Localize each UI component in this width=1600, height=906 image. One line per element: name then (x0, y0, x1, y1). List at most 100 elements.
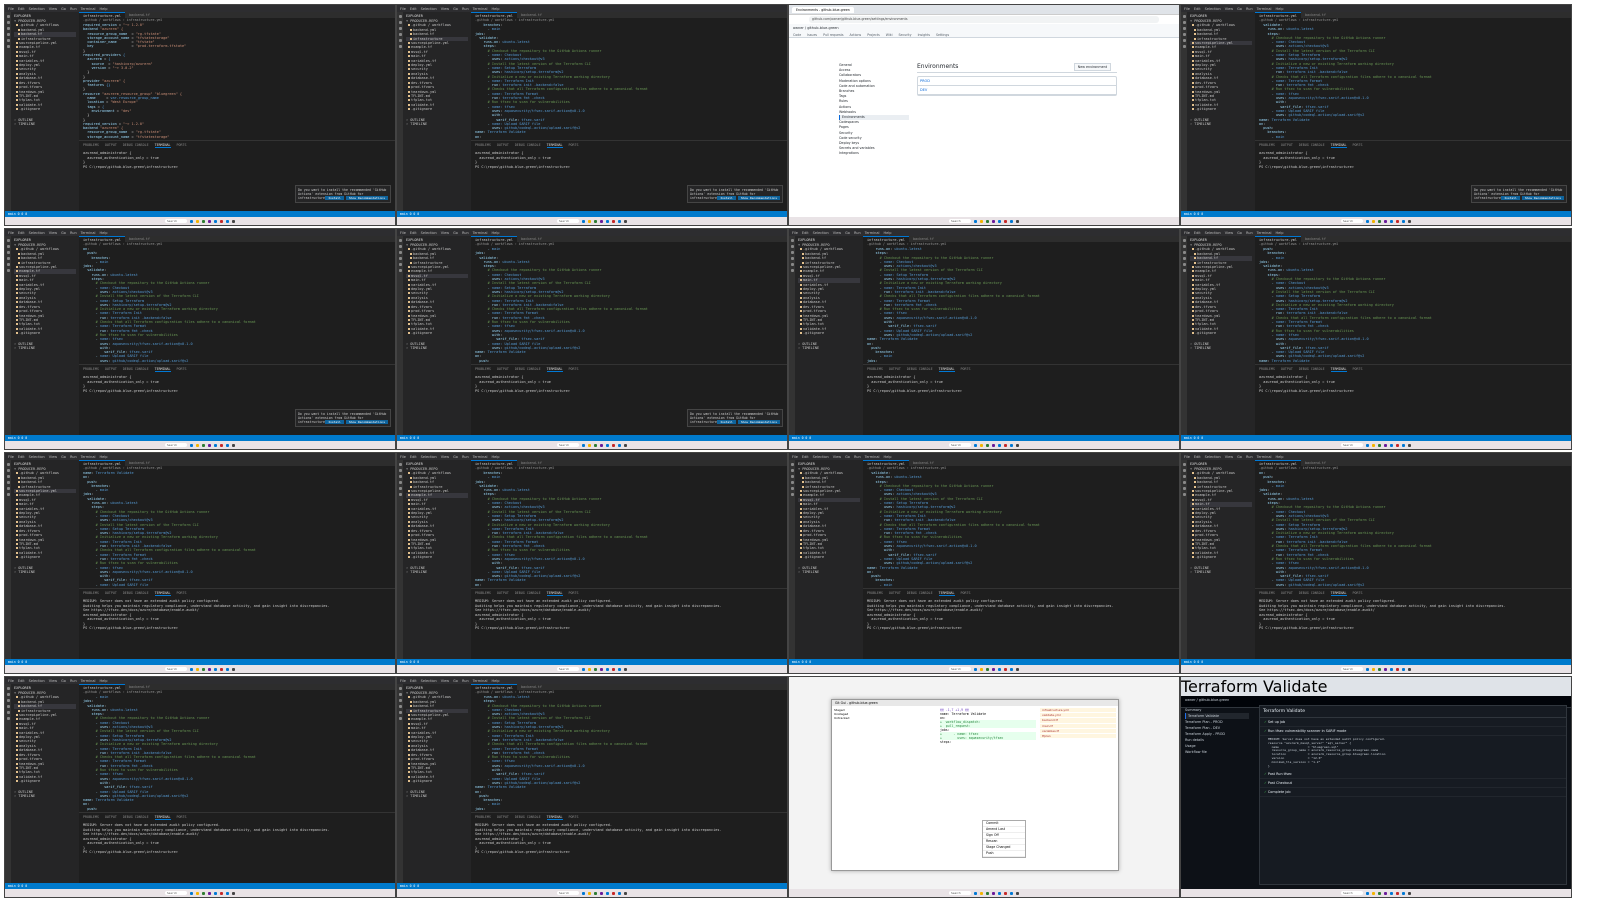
menu-item[interactable]: File (8, 455, 14, 459)
menu-item[interactable]: View (49, 231, 57, 235)
activity-icon[interactable] (6, 257, 10, 260)
repo-nav-item[interactable]: Code (793, 33, 801, 37)
taskbar-app-icon[interactable] (992, 219, 995, 223)
activity-icon[interactable] (6, 711, 10, 714)
activity-icon[interactable] (790, 493, 794, 496)
taskbar-search[interactable]: Search (557, 219, 579, 223)
activity-icon[interactable] (6, 487, 10, 490)
panel-tab[interactable]: PORTS (177, 143, 187, 148)
code-editor[interactable]: infrastructure.yml backend.tf .github / wo… (79, 460, 395, 588)
panel-tab[interactable]: OUTPUT (497, 143, 509, 148)
taskbar-app-icon[interactable] (1016, 443, 1019, 447)
taskbar-app-icon[interactable] (1372, 891, 1375, 895)
panel-tab[interactable]: DEBUG CONSOLE (123, 591, 149, 596)
taskbar-app-icon[interactable] (618, 667, 621, 671)
taskbar-app-icon[interactable] (214, 443, 217, 447)
activity-icon[interactable] (790, 469, 794, 472)
activity-icon[interactable] (6, 687, 10, 690)
repo-nav-item[interactable]: Projects (867, 33, 880, 37)
menu-item[interactable]: Edit (18, 231, 25, 235)
taskbar-app-icon[interactable] (1016, 891, 1019, 895)
taskbar-search[interactable]: Search (557, 443, 579, 447)
code-editor[interactable]: infrastructure.yml backend.tf .github / wo… (1255, 460, 1571, 588)
activity-icon[interactable] (398, 245, 402, 248)
taskbar-app-icon[interactable] (1408, 891, 1411, 895)
panel-tab[interactable]: PORTS (569, 367, 579, 372)
taskbar-app-icon[interactable] (582, 219, 585, 223)
menu-item[interactable]: Selection (813, 455, 829, 459)
taskbar-app-icon[interactable] (582, 443, 585, 447)
repo-name[interactable]: owner / github-blue-green (793, 26, 1175, 30)
activity-icon[interactable] (6, 45, 10, 48)
menu-item[interactable]: Selection (1205, 7, 1221, 11)
activity-icon[interactable] (398, 711, 402, 714)
activity-icon[interactable] (6, 21, 10, 24)
panel-tab[interactable]: TERMINAL (154, 143, 171, 148)
activity-icon[interactable] (398, 27, 402, 30)
terminal-prompt[interactable]: PS C:\repos\github-blue-green\infrastruc… (83, 165, 391, 170)
taskbar-app-icon[interactable] (1366, 891, 1369, 895)
panel-tab[interactable]: PROBLEMS (1259, 143, 1275, 148)
changed-file[interactable]: infrastructure.yml (1040, 708, 1116, 713)
taskbar-app-icon[interactable] (986, 219, 989, 223)
panel-tab[interactable]: PORTS (1353, 367, 1363, 372)
timeline-section[interactable]: › TIMELINE (14, 570, 76, 574)
taskbar-app-icon[interactable] (594, 891, 597, 895)
tree-item[interactable]: Untracked (834, 716, 874, 720)
explorer-file[interactable]: .gitignore (798, 331, 860, 335)
taskbar-app-icon[interactable] (1396, 443, 1399, 447)
job-step[interactable]: ✓ Post Checkout (1260, 779, 1566, 789)
taskbar-app-icon[interactable] (980, 891, 983, 895)
panel-tab[interactable]: PROBLEMS (475, 591, 491, 596)
job-step[interactable]: ✓ Post Run tfsec (1260, 770, 1566, 780)
taskbar-search[interactable]: Search (1341, 443, 1363, 447)
activity-icon[interactable] (398, 493, 402, 496)
taskbar-app-icon[interactable] (1402, 219, 1405, 223)
terminal-prompt[interactable]: PS C:\repos\github-blue-green\infrastruc… (867, 626, 1175, 631)
menu-item[interactable]: Edit (1194, 7, 1201, 11)
menu-item[interactable]: Help (1275, 231, 1283, 235)
panel-tab[interactable]: PROBLEMS (475, 815, 491, 820)
activity-icon[interactable] (790, 239, 794, 242)
taskbar-app-icon[interactable] (612, 443, 615, 447)
timeline-section[interactable]: › TIMELINE (406, 794, 468, 798)
taskbar-search[interactable]: Search (165, 219, 187, 223)
menu-item[interactable]: Go (453, 455, 458, 459)
taskbar-search[interactable]: Search (165, 667, 187, 671)
activity-icon[interactable] (398, 463, 402, 466)
taskbar-app-icon[interactable] (600, 219, 603, 223)
activity-icon[interactable] (398, 21, 402, 24)
taskbar-app-icon[interactable] (226, 443, 229, 447)
panel-tab[interactable]: TERMINAL (1330, 143, 1347, 148)
taskbar-app-icon[interactable] (606, 219, 609, 223)
menu-item[interactable]: Go (845, 455, 850, 459)
code-editor[interactable]: infrastructure.yml backend.tf .github / wo… (471, 236, 787, 364)
taskbar-app-icon[interactable] (588, 891, 591, 895)
menu-item[interactable]: Go (61, 455, 66, 459)
menu-item[interactable]: Run (70, 679, 77, 683)
panel-tab[interactable]: OUTPUT (105, 143, 117, 148)
menu-item[interactable]: View (441, 679, 449, 683)
menu-item[interactable]: File (8, 231, 14, 235)
activity-icon[interactable] (398, 475, 402, 478)
activity-icon[interactable] (1182, 493, 1186, 496)
panel-tab[interactable]: PROBLEMS (867, 591, 883, 596)
repo-nav-item[interactable]: Settings (936, 33, 949, 37)
menu-item[interactable]: Selection (421, 679, 437, 683)
menu-item[interactable]: Selection (1205, 231, 1221, 235)
taskbar-app-icon[interactable] (190, 891, 193, 895)
panel-tab[interactable]: OUTPUT (497, 815, 509, 820)
taskbar-app-icon[interactable] (1010, 667, 1013, 671)
menu-item[interactable]: View (833, 455, 841, 459)
activity-icon[interactable] (1182, 487, 1186, 490)
panel-tab[interactable]: DEBUG CONSOLE (123, 143, 149, 148)
terminal-prompt[interactable]: PS C:\repos\github-blue-green\infrastruc… (1259, 165, 1567, 170)
menu-item[interactable]: Run (1246, 7, 1253, 11)
menu-item[interactable]: View (49, 679, 57, 683)
panel-tab[interactable]: PROBLEMS (83, 591, 99, 596)
activity-icon[interactable] (6, 705, 10, 708)
menu-item[interactable]: Edit (18, 679, 25, 683)
menu-item[interactable]: View (1225, 231, 1233, 235)
panel-tab[interactable]: TERMINAL (546, 143, 563, 148)
show-recommendations-button[interactable]: Show Recommendations (737, 196, 780, 200)
